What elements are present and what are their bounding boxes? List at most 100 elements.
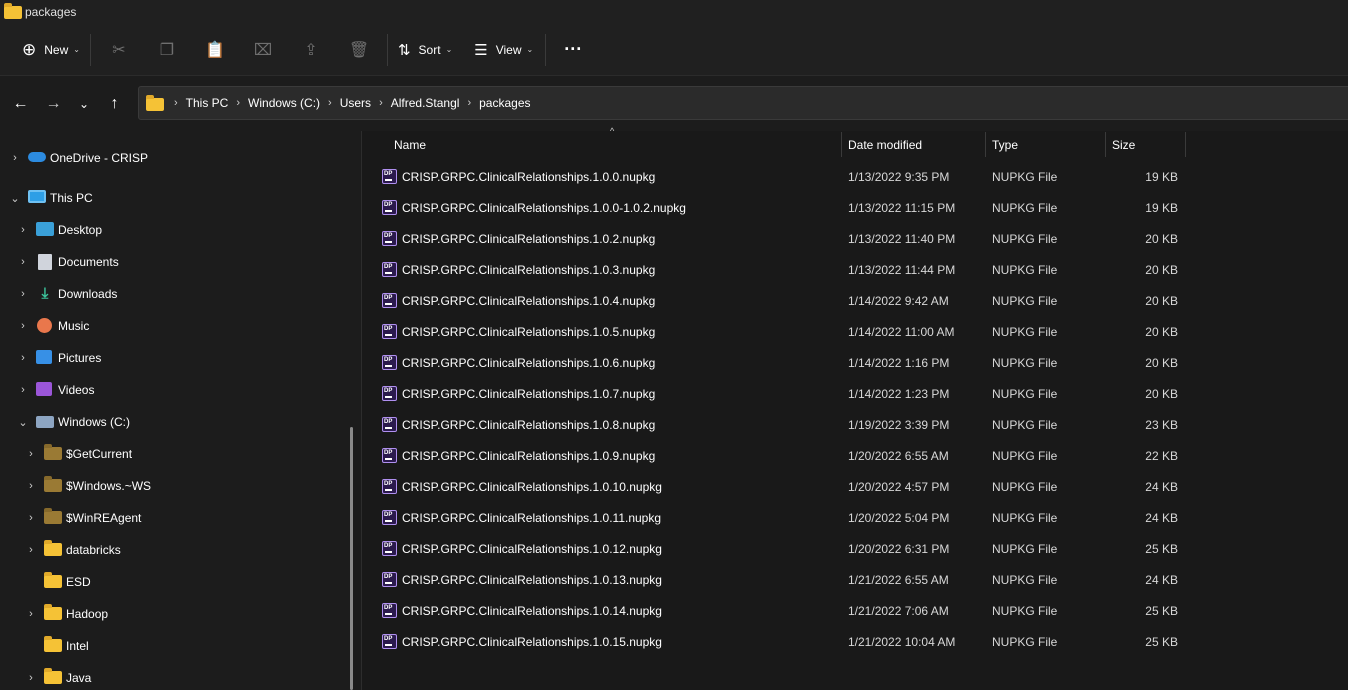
column-divider[interactable]	[1105, 132, 1106, 157]
column-divider[interactable]	[985, 132, 986, 157]
chevron-right-icon[interactable]: ›	[24, 544, 38, 556]
monitor-icon	[28, 190, 46, 206]
chevron-right-icon[interactable]: ›	[24, 448, 38, 460]
folder-icon	[44, 540, 62, 558]
chevron-right-icon[interactable]: ›	[24, 608, 38, 620]
nupkg-file-icon: DP	[382, 324, 397, 339]
file-row[interactable]: DP CRISP.GRPC.ClinicalRelationships.1.0.0…	[362, 161, 1348, 192]
sidebar-item-winreagent[interactable]: › $WinREAgent	[24, 504, 141, 532]
delete-icon[interactable]: 🗑	[335, 33, 383, 67]
sort-button[interactable]: ⇅ Sort ⌄	[392, 33, 458, 67]
rename-icon[interactable]: ⌧	[239, 33, 287, 67]
nupkg-file-icon: DP	[382, 200, 397, 215]
sort-icon: ⇅	[397, 41, 411, 59]
file-row[interactable]: DP CRISP.GRPC.ClinicalRelationships.1.0.1…	[362, 533, 1348, 564]
sidebar-item-desktop[interactable]: › Desktop	[16, 216, 102, 244]
sidebar-item-music[interactable]: › Music	[16, 312, 89, 340]
sort-ascending-caret-icon: ^	[610, 126, 615, 136]
chevron-right-icon[interactable]: ›	[24, 512, 38, 524]
sidebar-item-documents[interactable]: › Documents	[16, 248, 119, 276]
file-row[interactable]: DP CRISP.GRPC.ClinicalRelationships.1.0.4…	[362, 285, 1348, 316]
file-size: 19 KB	[1145, 200, 1178, 215]
file-row[interactable]: DP CRISP.GRPC.ClinicalRelationships.1.0.1…	[362, 626, 1348, 657]
sidebar-item-intel[interactable]: Intel	[24, 632, 89, 660]
new-button[interactable]: ⊕ New ⌄	[16, 33, 86, 67]
sidebar-item-downloads[interactable]: › ⤓ Downloads	[16, 280, 117, 308]
column-divider[interactable]	[841, 132, 842, 157]
breadcrumb-this-pc[interactable]: This PC	[186, 96, 229, 110]
file-row[interactable]: DP CRISP.GRPC.ClinicalRelationships.1.0.1…	[362, 564, 1348, 595]
up-arrow-icon[interactable]: ↑	[98, 89, 131, 119]
sidebar-item-windows-c[interactable]: ⌄ Windows (C:)	[16, 408, 130, 436]
chevron-right-icon[interactable]: ›	[16, 320, 30, 332]
back-arrow-icon[interactable]: ←	[4, 89, 37, 119]
sidebar-item-databricks[interactable]: › databricks	[24, 536, 121, 564]
forward-arrow-icon[interactable]: →	[37, 89, 70, 119]
chevron-right-icon[interactable]: ›	[16, 256, 30, 268]
address-bar[interactable]: › This PC › Windows (C:) › Users › Alfre…	[138, 86, 1348, 120]
share-icon[interactable]: ⇪	[287, 33, 335, 67]
view-button[interactable]: ☰ View ⌄	[468, 33, 539, 67]
file-date-modified: 1/13/2022 11:15 PM	[848, 200, 956, 215]
file-row[interactable]: DP CRISP.GRPC.ClinicalRelationships.1.0.1…	[362, 502, 1348, 533]
copy-icon[interactable]: ❐	[143, 33, 191, 67]
paste-icon[interactable]: 📋	[191, 33, 239, 67]
more-options-button[interactable]: ···	[558, 33, 588, 67]
sidebar-item-onedrive[interactable]: › OneDrive - CRISP	[8, 144, 148, 172]
file-type: NUPKG File	[992, 386, 1058, 401]
file-row[interactable]: DP CRISP.GRPC.ClinicalRelationships.1.0.6…	[362, 347, 1348, 378]
file-type: NUPKG File	[992, 603, 1058, 618]
file-row[interactable]: DP CRISP.GRPC.ClinicalRelationships.1.0.8…	[362, 409, 1348, 440]
sidebar-item-getcurrent[interactable]: › $GetCurrent	[24, 440, 132, 468]
cut-icon[interactable]: ✂	[95, 33, 143, 67]
file-date-modified: 1/21/2022 6:55 AM	[848, 572, 949, 587]
nupkg-file-icon: DP	[382, 510, 397, 525]
sidebar-item-hadoop[interactable]: › Hadoop	[24, 600, 108, 628]
sidebar-item-esd[interactable]: ESD	[24, 568, 91, 596]
file-type: NUPKG File	[992, 262, 1058, 277]
chevron-right-icon[interactable]: ›	[16, 352, 30, 364]
file-row[interactable]: DP CRISP.GRPC.ClinicalRelationships.1.0.1…	[362, 595, 1348, 626]
recent-locations-chevron-icon[interactable]: ⌄	[70, 89, 98, 119]
folder-icon	[44, 444, 62, 462]
breadcrumb-alfred-stangl[interactable]: Alfred.Stangl	[391, 96, 460, 110]
sidebar-item-pictures[interactable]: › Pictures	[16, 344, 101, 372]
file-row[interactable]: DP CRISP.GRPC.ClinicalRelationships.1.0.7…	[362, 378, 1348, 409]
file-type: NUPKG File	[992, 448, 1058, 463]
file-name: CRISP.GRPC.ClinicalRelationships.1.0.14.…	[402, 603, 662, 618]
sidebar-item-this-pc[interactable]: ⌄ This PC	[8, 184, 93, 212]
breadcrumb-windows-c[interactable]: Windows (C:)	[248, 96, 320, 110]
chevron-down-icon[interactable]: ⌄	[16, 416, 30, 429]
file-row[interactable]: DP CRISP.GRPC.ClinicalRelationships.1.0.5…	[362, 316, 1348, 347]
file-row[interactable]: DP CRISP.GRPC.ClinicalRelationships.1.0.3…	[362, 254, 1348, 285]
column-header-type[interactable]: Type	[992, 131, 1018, 159]
sidebar-item-videos[interactable]: › Videos	[16, 376, 94, 404]
file-size: 25 KB	[1145, 541, 1178, 556]
column-header-date-modified[interactable]: Date modified	[848, 131, 922, 159]
chevron-right-icon[interactable]: ›	[16, 224, 30, 236]
sidebar-item-windows-ws[interactable]: › $Windows.~WS	[24, 472, 151, 500]
file-name: CRISP.GRPC.ClinicalRelationships.1.0.5.n…	[402, 324, 656, 339]
file-row[interactable]: DP CRISP.GRPC.ClinicalRelationships.1.0.2…	[362, 223, 1348, 254]
chevron-right-icon[interactable]: ›	[16, 288, 30, 300]
chevron-right-icon[interactable]: ›	[8, 152, 22, 164]
sidebar-item-java[interactable]: › Java	[24, 664, 91, 690]
file-row[interactable]: DP CRISP.GRPC.ClinicalRelationships.1.0.0…	[362, 192, 1348, 223]
chevron-right-icon[interactable]: ›	[24, 672, 38, 684]
navigation-pane: › OneDrive - CRISP ⌄ This PC › Desktop ›…	[0, 131, 355, 690]
chevron-down-icon: ⌄	[526, 45, 534, 54]
file-row[interactable]: DP CRISP.GRPC.ClinicalRelationships.1.0.9…	[362, 440, 1348, 471]
breadcrumb-packages[interactable]: packages	[479, 96, 530, 110]
sidebar-scrollbar[interactable]	[350, 427, 353, 690]
column-divider[interactable]	[1185, 132, 1186, 157]
column-header-name[interactable]: Name	[394, 131, 426, 159]
file-name: CRISP.GRPC.ClinicalRelationships.1.0.9.n…	[402, 448, 656, 463]
chevron-down-icon[interactable]: ⌄	[8, 192, 22, 205]
chevron-right-icon[interactable]: ›	[24, 480, 38, 492]
breadcrumb-users[interactable]: Users	[340, 96, 371, 110]
file-row[interactable]: DP CRISP.GRPC.ClinicalRelationships.1.0.1…	[362, 471, 1348, 502]
column-header-size[interactable]: Size	[1112, 131, 1135, 159]
chevron-right-icon[interactable]: ›	[16, 384, 30, 396]
folder-icon	[44, 476, 62, 494]
file-size: 25 KB	[1145, 634, 1178, 649]
